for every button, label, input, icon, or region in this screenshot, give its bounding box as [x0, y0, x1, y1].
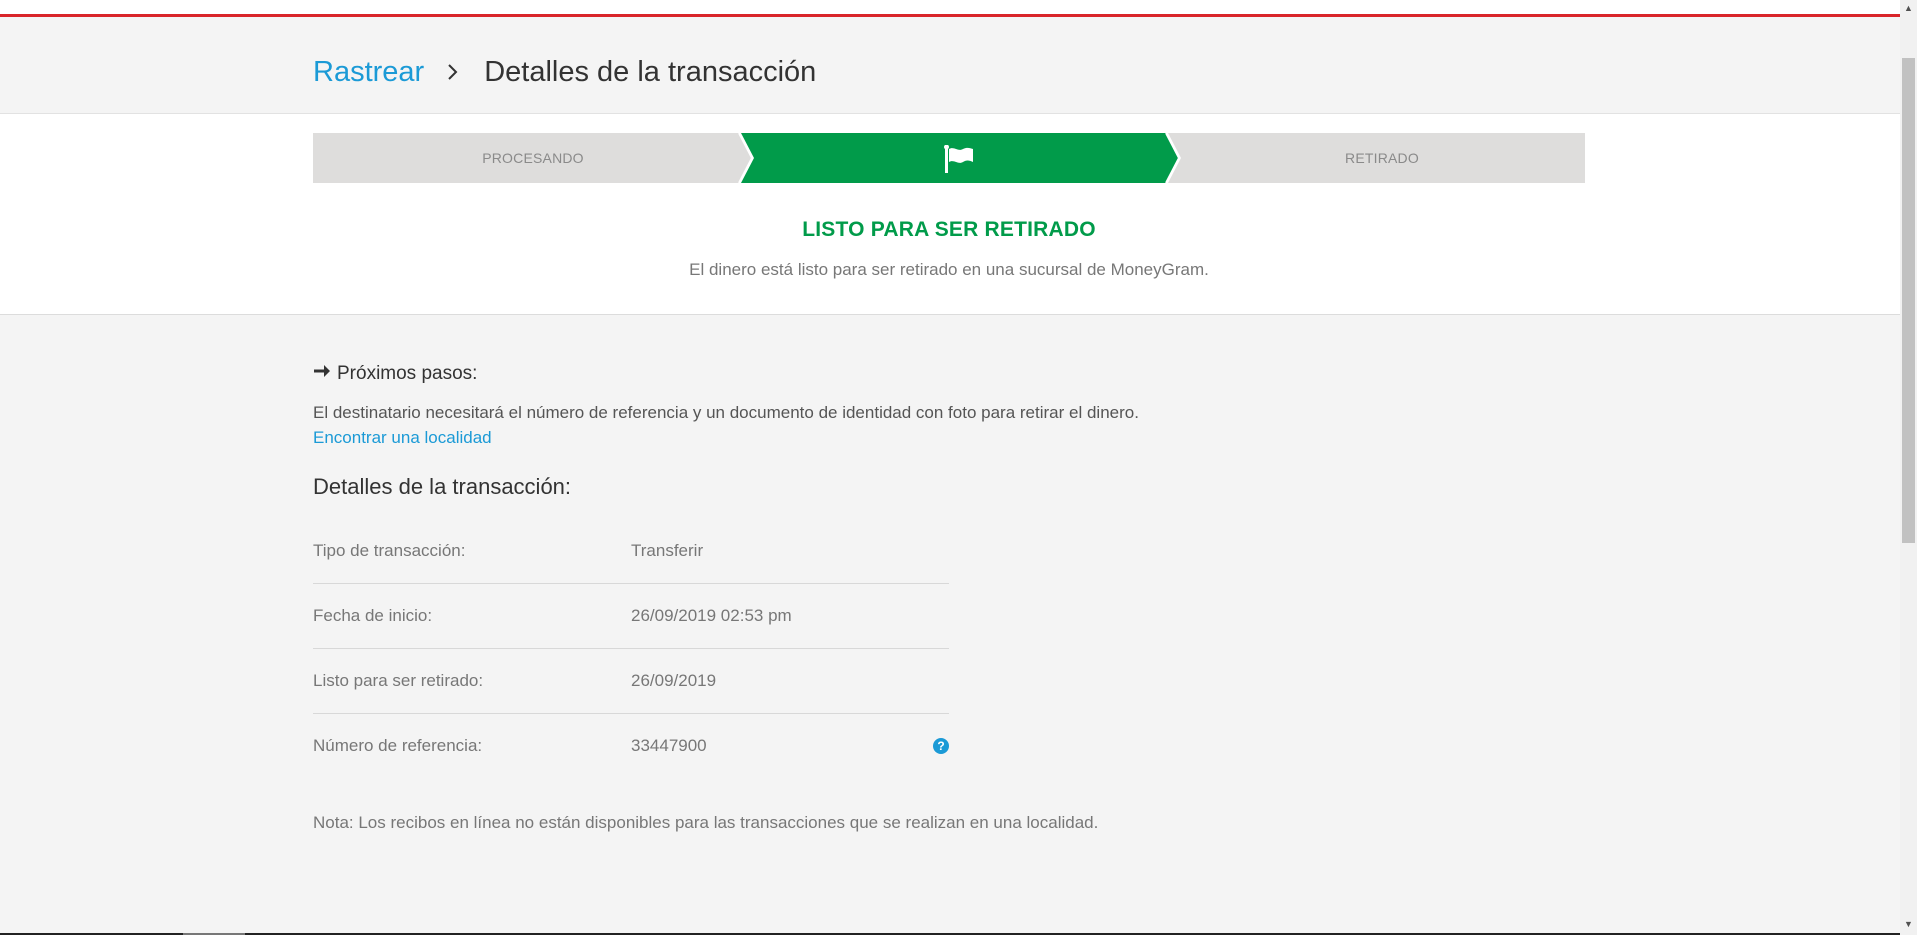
status-title: LISTO PARA SER RETIRADO [802, 218, 1096, 241]
brand-red-line [0, 14, 1900, 17]
transaction-details-table: Tipo de transacción: Transferir Fecha de… [313, 519, 949, 778]
breadcrumb-rastrear-link[interactable]: Rastrear [313, 56, 424, 89]
details-row-reference: Número de referencia: 33447900 ? [313, 714, 949, 778]
scroll-up-arrow-icon[interactable]: ▲ [1900, 0, 1917, 17]
flag-icon [943, 144, 975, 173]
breadcrumb: Rastrear Detalles de la transacción [313, 52, 816, 92]
chevron-right-icon [442, 61, 464, 83]
status-description: El dinero está listo para ser retirado e… [689, 260, 1209, 279]
reference-number: 33447900 [631, 736, 707, 755]
next-steps-heading: Próximos pasos: [313, 363, 477, 385]
vertical-scrollbar[interactable]: ▲ ▼ [1900, 0, 1917, 935]
details-row-type: Tipo de transacción: Transferir [313, 519, 949, 584]
step-retirado-label: RETIRADO [1345, 150, 1419, 166]
progress-stepper: PROCESANDO RETIRADO [313, 133, 1585, 183]
details-label: Tipo de transacción: [313, 541, 466, 560]
details-row-ready-date: Listo para ser retirado: 26/09/2019 [313, 649, 949, 714]
details-label: Fecha de inicio: [313, 606, 433, 625]
arrow-right-icon [313, 363, 337, 385]
next-steps-heading-text: Próximos pasos: [337, 363, 478, 384]
details-label: Número de referencia: [313, 736, 483, 755]
details-value: 26/09/2019 02:53 pm [631, 606, 792, 625]
next-steps-text: El destinatario necesitará el número de … [313, 403, 1139, 422]
page-title: Detalles de la transacción [484, 55, 817, 88]
receipt-note: Nota: Los recibos en línea no están disp… [313, 813, 1099, 832]
top-bar [0, 0, 1900, 14]
transaction-details-heading: Detalles de la transacción: [313, 474, 572, 499]
step-procesando-label: PROCESANDO [482, 150, 584, 166]
scrollbar-thumb[interactable] [1902, 58, 1915, 543]
details-value: 26/09/2019 [631, 671, 717, 690]
details-value: Transferir [631, 541, 704, 560]
details-row-start-date: Fecha de inicio: 26/09/2019 02:53 pm [313, 584, 949, 649]
find-location-link[interactable]: Encontrar una localidad [313, 428, 492, 448]
scroll-down-arrow-icon[interactable]: ▼ [1900, 916, 1917, 933]
question-circle-icon[interactable]: ? [933, 738, 949, 754]
details-label: Listo para ser retirado: [313, 671, 484, 690]
